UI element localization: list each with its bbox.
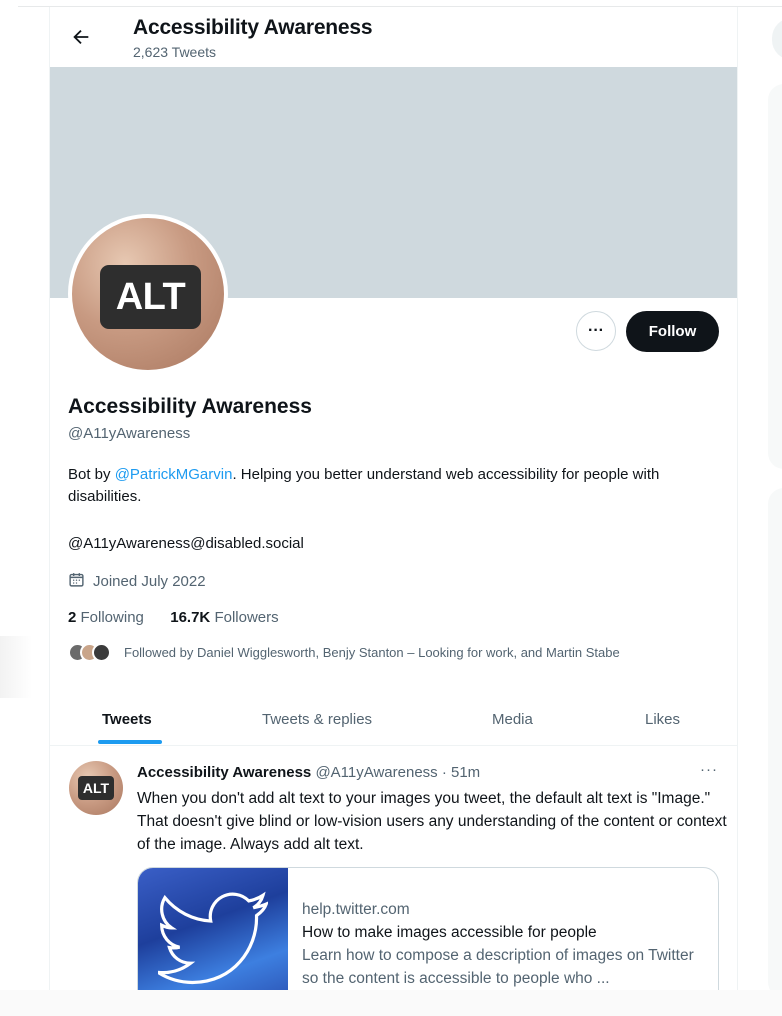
joined-label: Joined July 2022: [93, 573, 206, 590]
tweet-author[interactable]: Accessibility Awareness: [137, 764, 311, 781]
follow-stats: 2 Following 16.7K Followers: [68, 609, 279, 626]
card-description: Learn how to compose a description of im…: [302, 947, 694, 987]
followers-count: 16.7K: [170, 609, 211, 626]
alt-logo: ALT: [78, 776, 114, 800]
card-image: [138, 868, 288, 990]
bio-mention-link[interactable]: @PatrickMGarvin: [115, 466, 233, 483]
calendar-icon: [68, 571, 85, 592]
alt-logo: ALT: [100, 265, 201, 329]
profile-tabs: Tweets Tweets & replies Media Likes: [50, 693, 737, 746]
following-link[interactable]: 2 Following: [68, 609, 144, 626]
tweet-handle-time[interactable]: @A11yAwareness · 51m: [315, 764, 480, 781]
header-tweet-count: 2,623 Tweets: [133, 44, 217, 60]
twitter-bird-icon: [158, 891, 268, 985]
followed-by-text: Followed by Daniel Wigglesworth, Benjy S…: [124, 645, 620, 660]
tweet-header: Accessibility Awareness @A11yAwareness ·…: [137, 764, 480, 781]
card-title: How to make images accessible for people: [302, 924, 597, 941]
profile-column: Accessibility Awareness 2,623 Tweets ALT…: [49, 7, 738, 990]
left-edge-shadow: [0, 636, 32, 698]
tweet-more-button[interactable]: ···: [700, 761, 718, 778]
tab-tweets[interactable]: Tweets: [102, 693, 152, 745]
followers-link[interactable]: 16.7K Followers: [170, 609, 278, 626]
tab-media[interactable]: Media: [492, 693, 533, 745]
bio-prefix: Bot by: [68, 466, 115, 483]
header-title: Accessibility Awareness: [133, 16, 373, 39]
followers-label: Followers: [214, 609, 279, 626]
profile-handle: @A11yAwareness: [68, 425, 191, 442]
profile-bio: Bot by @PatrickMGarvin. Helping you bett…: [68, 464, 728, 508]
back-arrow-icon[interactable]: [67, 23, 95, 51]
follow-button[interactable]: Follow: [626, 311, 719, 352]
card-body: help.twitter.com How to make images acce…: [302, 898, 712, 990]
avatar: [92, 643, 111, 662]
profile-extra-handle: @A11yAwareness@disabled.social: [68, 535, 304, 552]
following-label: Following: [80, 609, 144, 626]
joined-date: Joined July 2022: [68, 571, 206, 592]
following-count: 2: [68, 609, 77, 626]
profile-header: Accessibility Awareness 2,623 Tweets: [50, 7, 737, 67]
profile-avatar[interactable]: ALT: [68, 214, 228, 374]
right-panel-box: [768, 84, 782, 469]
tweet-text: When you don't add alt text to your imag…: [137, 790, 727, 853]
right-search-chip[interactable]: [772, 18, 782, 60]
tab-likes[interactable]: Likes: [645, 693, 680, 745]
right-panel-box: [768, 488, 782, 998]
card-domain: help.twitter.com: [302, 901, 410, 918]
followed-by[interactable]: Followed by Daniel Wigglesworth, Benjy S…: [68, 643, 620, 662]
link-card[interactable]: help.twitter.com How to make images acce…: [137, 867, 719, 990]
tab-tweets-replies[interactable]: Tweets & replies: [262, 693, 372, 745]
tweet-avatar[interactable]: ALT: [69, 761, 123, 815]
profile-name: Accessibility Awareness: [68, 395, 312, 418]
bottom-strip: [0, 990, 782, 1016]
active-tab-indicator: [98, 740, 162, 744]
more-options-button[interactable]: ···: [576, 311, 616, 351]
